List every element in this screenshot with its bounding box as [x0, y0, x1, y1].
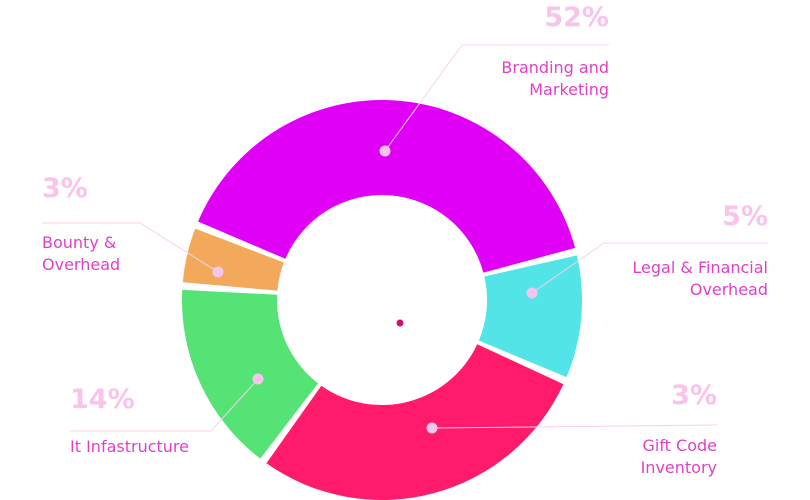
center-dot [396, 319, 404, 327]
slice-label-bounty-and-overhead-line-2: Overhead [42, 255, 120, 274]
slice-gift-code-inventory [266, 344, 564, 500]
marker-dot-bounty-and-overhead [212, 266, 224, 278]
percent-label-legal-and-financial-overhead: 5% [722, 201, 768, 232]
percent-label-it-infastructure: 14% [70, 384, 135, 415]
slice-label-bounty-and-overhead-line-1: Bounty & [42, 233, 116, 252]
marker-dot-gift-code-inventory [426, 422, 438, 434]
slice-label-branding-and-marketing-line-2: Marketing [529, 80, 609, 99]
percent-label-bounty-and-overhead: 3% [42, 173, 88, 204]
donut-chart: 52% Branding and Marketing 5% Legal & Financ… [42, 2, 768, 500]
slice-label-gift-code-inventory-line-2: Inventory [641, 458, 717, 477]
marker-dot-branding-and-marketing [379, 145, 391, 157]
slice-label-it-infastructure-line-1: It Infastructure [70, 437, 189, 456]
slice-branding-and-marketing [198, 100, 576, 273]
donut-slices [182, 100, 582, 500]
slice-label-legal-and-financial-overhead-line-1: Legal & Financial [632, 258, 768, 277]
slice-label-branding-and-marketing-line-1: Branding and [501, 58, 609, 77]
slice-label-gift-code-inventory-line-1: Gift Code [642, 436, 717, 455]
marker-dot-legal-and-financial-overhead [526, 287, 538, 299]
percent-label-branding-and-marketing: 52% [544, 2, 609, 33]
slice-label-legal-and-financial-overhead-line-2: Overhead [690, 280, 768, 299]
percent-label-gift-code-inventory: 3% [671, 380, 717, 411]
marker-dot-it-infastructure [252, 373, 264, 385]
